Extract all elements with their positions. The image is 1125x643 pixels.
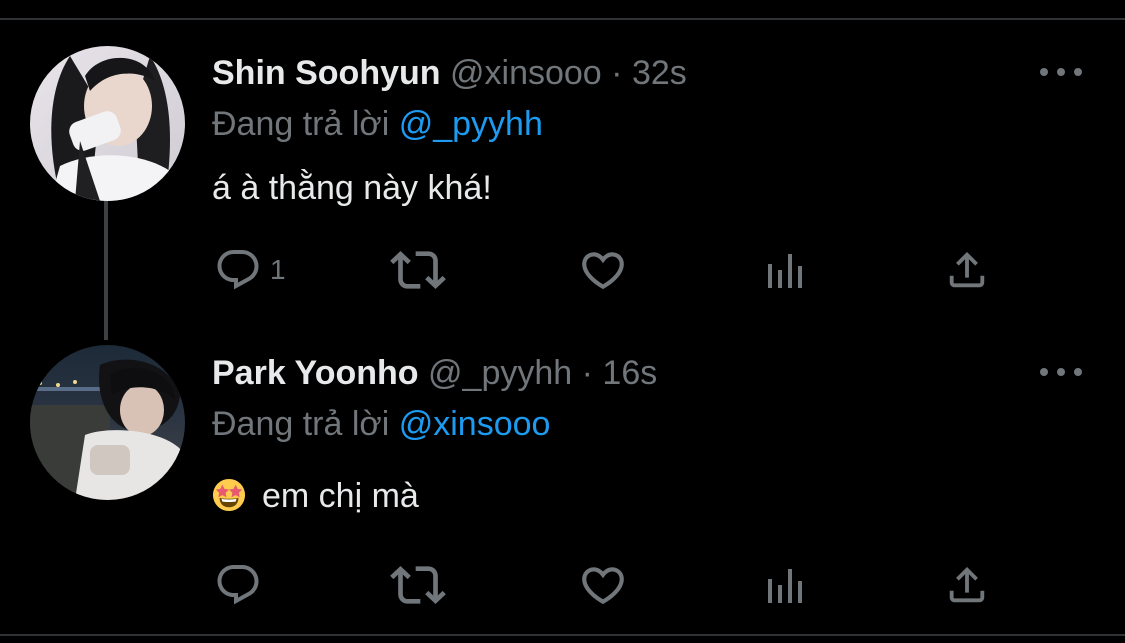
retweet-button[interactable] <box>390 245 446 295</box>
tweet-actions <box>212 560 1012 610</box>
tweet-header: Shin Soohyun @xinsooo · 32s <box>212 53 687 93</box>
more-dots-icon[interactable] <box>1040 65 1082 79</box>
analytics-icon <box>768 569 802 603</box>
tweet-thread: Shin Soohyun @xinsooo · 32s Đang trả lời… <box>0 0 1125 643</box>
separator-dot: · <box>581 354 593 392</box>
replying-to-label: Đang trả lời <box>212 405 390 443</box>
avatar-park-yoonho[interactable] <box>30 345 185 500</box>
share-icon <box>949 566 985 603</box>
heart-icon <box>582 567 624 605</box>
timestamp[interactable]: 32s <box>632 54 687 92</box>
share-button[interactable] <box>944 245 990 295</box>
replying-to: Đang trả lời @_pyyhh <box>212 104 543 144</box>
comment-icon <box>217 250 259 290</box>
analytics-icon <box>768 254 802 288</box>
retweet-button[interactable] <box>390 560 446 610</box>
user-handle[interactable]: @xinsooo <box>450 54 602 92</box>
separator-dot: · <box>611 54 623 92</box>
display-name[interactable]: Park Yoonho <box>212 354 419 392</box>
share-button[interactable] <box>944 560 990 610</box>
replying-to-label: Đang trả lời <box>212 105 390 143</box>
tweet-actions: 1 <box>212 245 1012 295</box>
replying-to: Đang trả lời @xinsooo <box>212 404 550 444</box>
analytics-button[interactable] <box>766 560 806 610</box>
share-icon <box>949 251 985 288</box>
heart-icon <box>582 252 624 290</box>
tweet-2[interactable]: Park Yoonho @_pyyhh · 16s Đang trả lời @… <box>0 320 1125 635</box>
reply-button[interactable] <box>214 560 270 610</box>
tweet-header: Park Yoonho @_pyyhh · 16s <box>212 353 657 393</box>
avatar-shin-soohyun[interactable] <box>30 46 185 201</box>
tweet-text-line: em chị mà <box>212 476 419 516</box>
user-handle[interactable]: @_pyyhh <box>428 354 572 392</box>
comment-icon <box>217 565 259 605</box>
display-name[interactable]: Shin Soohyun <box>212 54 441 92</box>
star-struck-emoji <box>212 478 246 512</box>
reply-button[interactable]: 1 <box>214 245 286 295</box>
like-button[interactable] <box>578 245 628 295</box>
like-button[interactable] <box>578 560 628 610</box>
reply-count: 1 <box>270 254 286 285</box>
bottom-divider <box>0 634 1125 636</box>
more-dots-icon[interactable] <box>1040 365 1082 379</box>
tweet-1[interactable]: Shin Soohyun @xinsooo · 32s Đang trả lời… <box>0 0 1125 320</box>
timestamp[interactable]: 16s <box>602 354 657 392</box>
retweet-icon <box>390 251 446 289</box>
replying-to-mention[interactable]: @_pyyhh <box>399 105 543 143</box>
analytics-button[interactable] <box>766 245 806 295</box>
retweet-icon <box>390 566 446 604</box>
replying-to-mention[interactable]: @xinsooo <box>399 405 551 443</box>
tweet-text: em chị mà <box>262 477 419 515</box>
tweet-text: á à thằng này khá! <box>212 169 492 207</box>
